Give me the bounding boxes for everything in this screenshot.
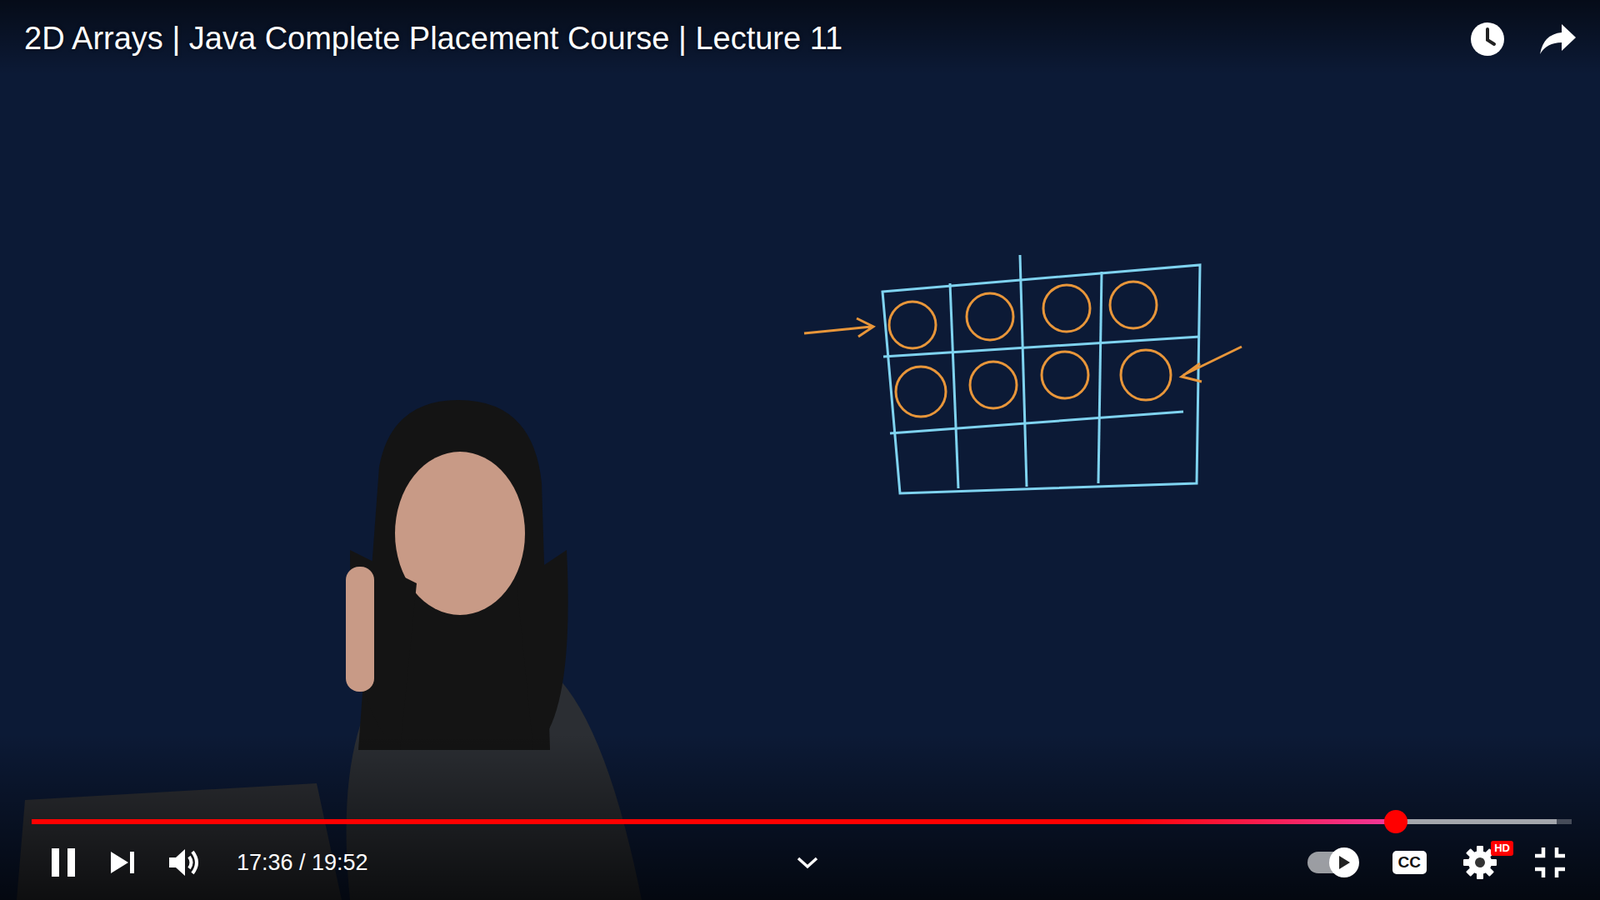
- captions-button[interactable]: CC: [1392, 850, 1427, 875]
- quality-badge: HD: [1490, 840, 1514, 856]
- next-icon[interactable]: [108, 848, 137, 877]
- volume-icon[interactable]: [166, 845, 204, 880]
- autoplay-toggle[interactable]: [1307, 851, 1358, 874]
- top-bar: 2D Arrays | Java Complete Placement Cour…: [0, 0, 1600, 75]
- chevron-down-icon[interactable]: [795, 854, 820, 871]
- left-controls: 17:36 / 19:52: [48, 845, 795, 880]
- share-icon[interactable]: [1538, 22, 1577, 56]
- scrubber-handle[interactable]: [1384, 810, 1408, 834]
- progress-bar[interactable]: [0, 811, 1600, 832]
- top-actions: [1468, 20, 1577, 59]
- player-controls: 17:36 / 19:52 CC HD: [0, 831, 1600, 900]
- right-controls: CC HD: [820, 844, 1567, 881]
- watch-later-icon[interactable]: [1468, 20, 1507, 59]
- progress-fill: [31, 819, 1396, 825]
- video-title[interactable]: 2D Arrays | Java Complete Placement Cour…: [24, 20, 843, 59]
- time-display: 17:36 / 19:52: [236, 850, 369, 876]
- progress-track[interactable]: [31, 819, 1572, 825]
- settings-button[interactable]: HD: [1461, 844, 1499, 881]
- exit-fullscreen-icon[interactable]: [1533, 845, 1567, 880]
- autoplay-knob: [1329, 847, 1360, 878]
- control-bar: 17:36 / 19:52 CC HD: [0, 733, 1600, 900]
- pause-icon[interactable]: [48, 845, 79, 880]
